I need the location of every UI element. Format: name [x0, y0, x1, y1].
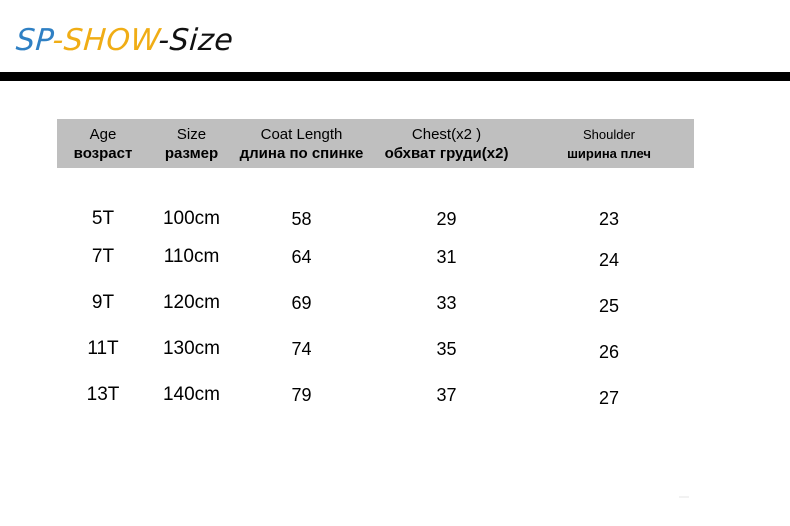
brand-logo: SP-SHOW-Size: [15, 22, 235, 60]
cell-size: 140cm: [162, 384, 221, 405]
column-header-coat-length: Coat Length длина по спинке: [234, 119, 369, 168]
column-header-size: Size размер: [149, 119, 234, 168]
size-chart-table-container: Age возраст Size размер Coat Length длин…: [57, 119, 694, 418]
column-header-chest-en: Chest(x2 ): [411, 125, 482, 143]
cell-coat-length: 69: [291, 292, 312, 313]
brand-logo-segment-sp: SP: [14, 23, 54, 58]
cell-shoulder: 25: [598, 295, 620, 316]
cell-age: 9T: [91, 292, 115, 313]
table-row: 9T 120cm 69 33 25: [57, 280, 694, 326]
column-header-shoulder-ru: ширина плеч: [567, 145, 651, 161]
column-header-size-ru: размер: [164, 144, 219, 162]
cell-shoulder: 27: [598, 387, 620, 408]
cell-shoulder: 23: [598, 209, 620, 229]
cell-chest: 31: [436, 246, 457, 267]
cell-coat-length: 74: [291, 338, 312, 359]
cell-shoulder: 24: [598, 249, 620, 270]
brand-logo-segment-show: -SHOW: [51, 23, 160, 58]
divider-bar: [0, 72, 790, 81]
cell-size: 130cm: [162, 338, 221, 359]
table-row: 11T 130cm 74 35 26: [57, 326, 694, 372]
cell-size: 110cm: [163, 246, 220, 267]
cell-size: 100cm: [162, 208, 221, 229]
column-header-age: Age возраст: [57, 119, 149, 168]
cell-coat-length: 58: [291, 209, 312, 229]
size-chart-table: Age возраст Size размер Coat Length длин…: [57, 119, 694, 418]
brand-header: SP-SHOW-Size: [0, 0, 790, 72]
column-header-chest: Chest(x2 ) обхват груди(x2): [369, 119, 524, 168]
cell-chest: 33: [436, 292, 457, 313]
cell-age: 11T: [87, 338, 119, 359]
table-header-row: Age возраст Size размер Coat Length длин…: [57, 119, 694, 168]
column-header-age-en: Age: [89, 125, 117, 143]
column-header-coat-length-ru: длина по спинке: [239, 144, 364, 162]
table-header: Age возраст Size размер Coat Length длин…: [57, 119, 694, 168]
column-header-shoulder: Shoulder ширина плеч: [524, 119, 694, 168]
cell-age: 5T: [91, 208, 115, 229]
column-header-shoulder-en: Shoulder: [582, 126, 636, 142]
cell-age: 13T: [86, 384, 120, 405]
column-header-age-ru: возраст: [73, 144, 133, 162]
column-header-size-en: Size: [176, 125, 207, 143]
table-body: 5T 100cm 58 29 23 7T 110cm 64 31 24 9T 1…: [57, 168, 694, 418]
table-row: 7T 110cm 64 31 24: [57, 234, 694, 280]
page-artifact-mark: [679, 496, 689, 498]
cell-chest: 35: [436, 338, 457, 359]
brand-logo-segment-size: -Size: [157, 23, 235, 58]
cell-chest: 37: [436, 384, 457, 405]
cell-coat-length: 64: [291, 246, 312, 267]
cell-coat-length: 79: [291, 384, 312, 405]
table-row: 13T 140cm 79 37 27: [57, 372, 694, 418]
cell-chest: 29: [436, 209, 457, 229]
cell-size: 120cm: [162, 292, 221, 313]
cell-shoulder: 26: [598, 341, 620, 362]
column-header-chest-ru: обхват груди(x2): [384, 144, 509, 162]
column-header-coat-length-en: Coat Length: [260, 125, 343, 143]
table-row: 5T 100cm 58 29 23: [57, 168, 694, 234]
cell-age: 7T: [91, 246, 115, 267]
